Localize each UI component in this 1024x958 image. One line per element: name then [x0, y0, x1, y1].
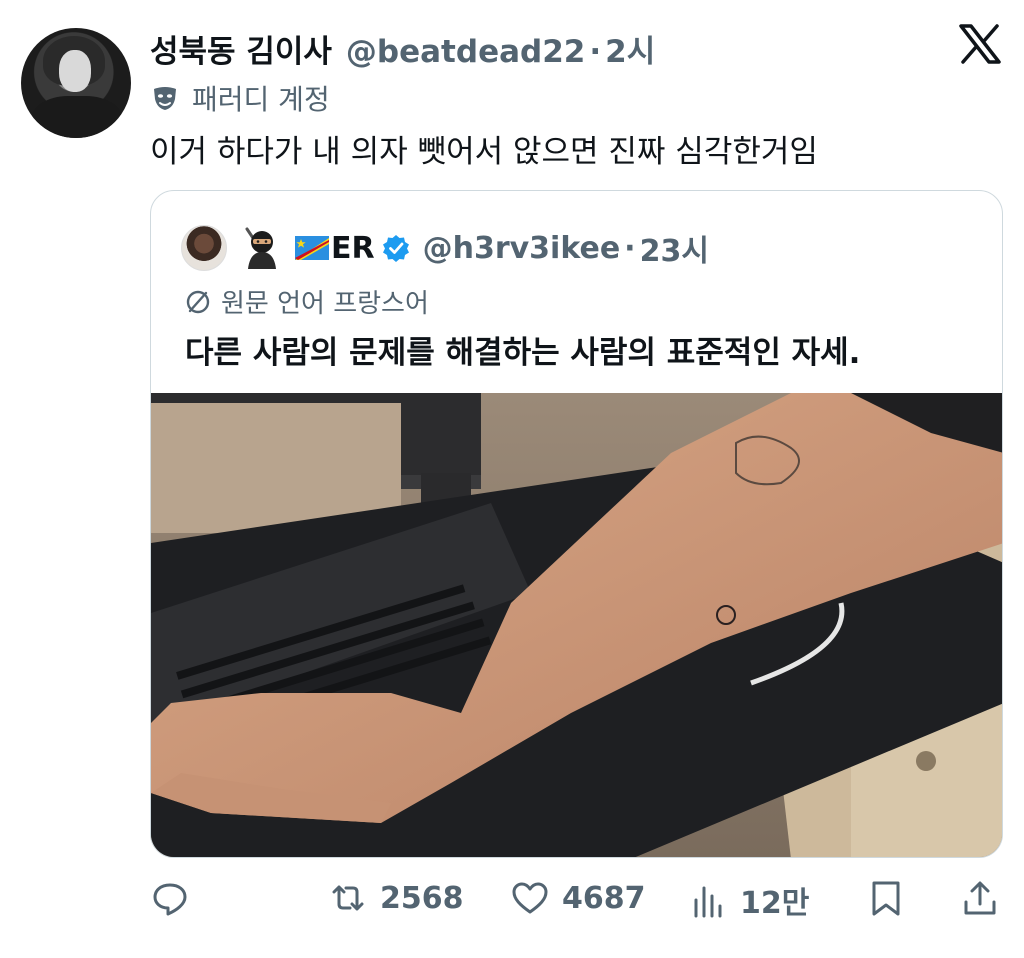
avatar-face: [59, 50, 91, 92]
action-bar: 2568 4687 12만: [0, 872, 1024, 932]
separator-dot: ·: [589, 34, 602, 70]
quoted-tweet[interactable]: ER @h3rv3ikee · 23시 원문 언어 프랑스어 다른 사람의 문제…: [150, 190, 1003, 858]
bookmark-icon: [872, 881, 900, 916]
reply-button[interactable]: [150, 878, 190, 918]
heart-icon: [512, 882, 548, 914]
quoted-author-name[interactable]: ER: [331, 231, 375, 266]
parody-label: 패러디 계정: [150, 78, 330, 118]
quoted-header: ER @h3rv3ikee · 23시: [181, 225, 709, 271]
tweet-header: 성북동 김이사 @beatdead22 · 2시: [150, 26, 655, 71]
reply-icon: [153, 883, 187, 916]
like-button[interactable]: 4687: [510, 878, 646, 918]
author-handle[interactable]: @beatdead22: [346, 34, 585, 70]
parody-label-text: 패러디 계정: [192, 83, 330, 116]
desk-arm-photo: [151, 393, 1002, 857]
views-count: 12만: [740, 886, 810, 921]
retweet-button[interactable]: 2568: [328, 878, 464, 918]
author-name[interactable]: 성북동 김이사: [150, 26, 332, 71]
verified-badge-icon: [382, 235, 409, 262]
avatar-body: [31, 96, 123, 138]
author-avatar[interactable]: [21, 28, 131, 138]
like-count: 4687: [562, 880, 646, 916]
quoted-avatar[interactable]: [181, 225, 227, 271]
dr-congo-flag-icon: [295, 236, 329, 260]
views-button[interactable]: 12만: [692, 878, 809, 922]
x-logo-icon[interactable]: [958, 24, 1002, 64]
bookmark-button[interactable]: [868, 878, 904, 918]
mask-icon: [154, 87, 176, 110]
separator-dot: ·: [624, 230, 636, 266]
quoted-time[interactable]: 23시: [640, 226, 709, 270]
retweet-count: 2568: [380, 880, 464, 916]
retweet-icon: [332, 885, 364, 911]
quoted-author-handle[interactable]: @h3rv3ikee: [423, 231, 621, 266]
views-chart-icon: [694, 886, 722, 918]
quoted-text: 다른 사람의 문제를 해결하는 사람의 표준적인 자세.: [185, 335, 861, 371]
tweet-text: 이거 하다가 내 의자 뺏어서 앉으면 진짜 심각한거임: [150, 134, 818, 170]
translate-icon: [186, 290, 210, 313]
translated-from-text: 원문 언어 프랑스어: [221, 289, 429, 319]
tweet-time[interactable]: 2시: [605, 26, 655, 71]
ninja-emoji-icon: [245, 227, 276, 269]
quoted-media-image[interactable]: [151, 393, 1002, 857]
translated-from[interactable]: 원문 언어 프랑스어: [185, 283, 429, 320]
share-button[interactable]: [960, 878, 1000, 918]
share-icon: [964, 881, 996, 915]
